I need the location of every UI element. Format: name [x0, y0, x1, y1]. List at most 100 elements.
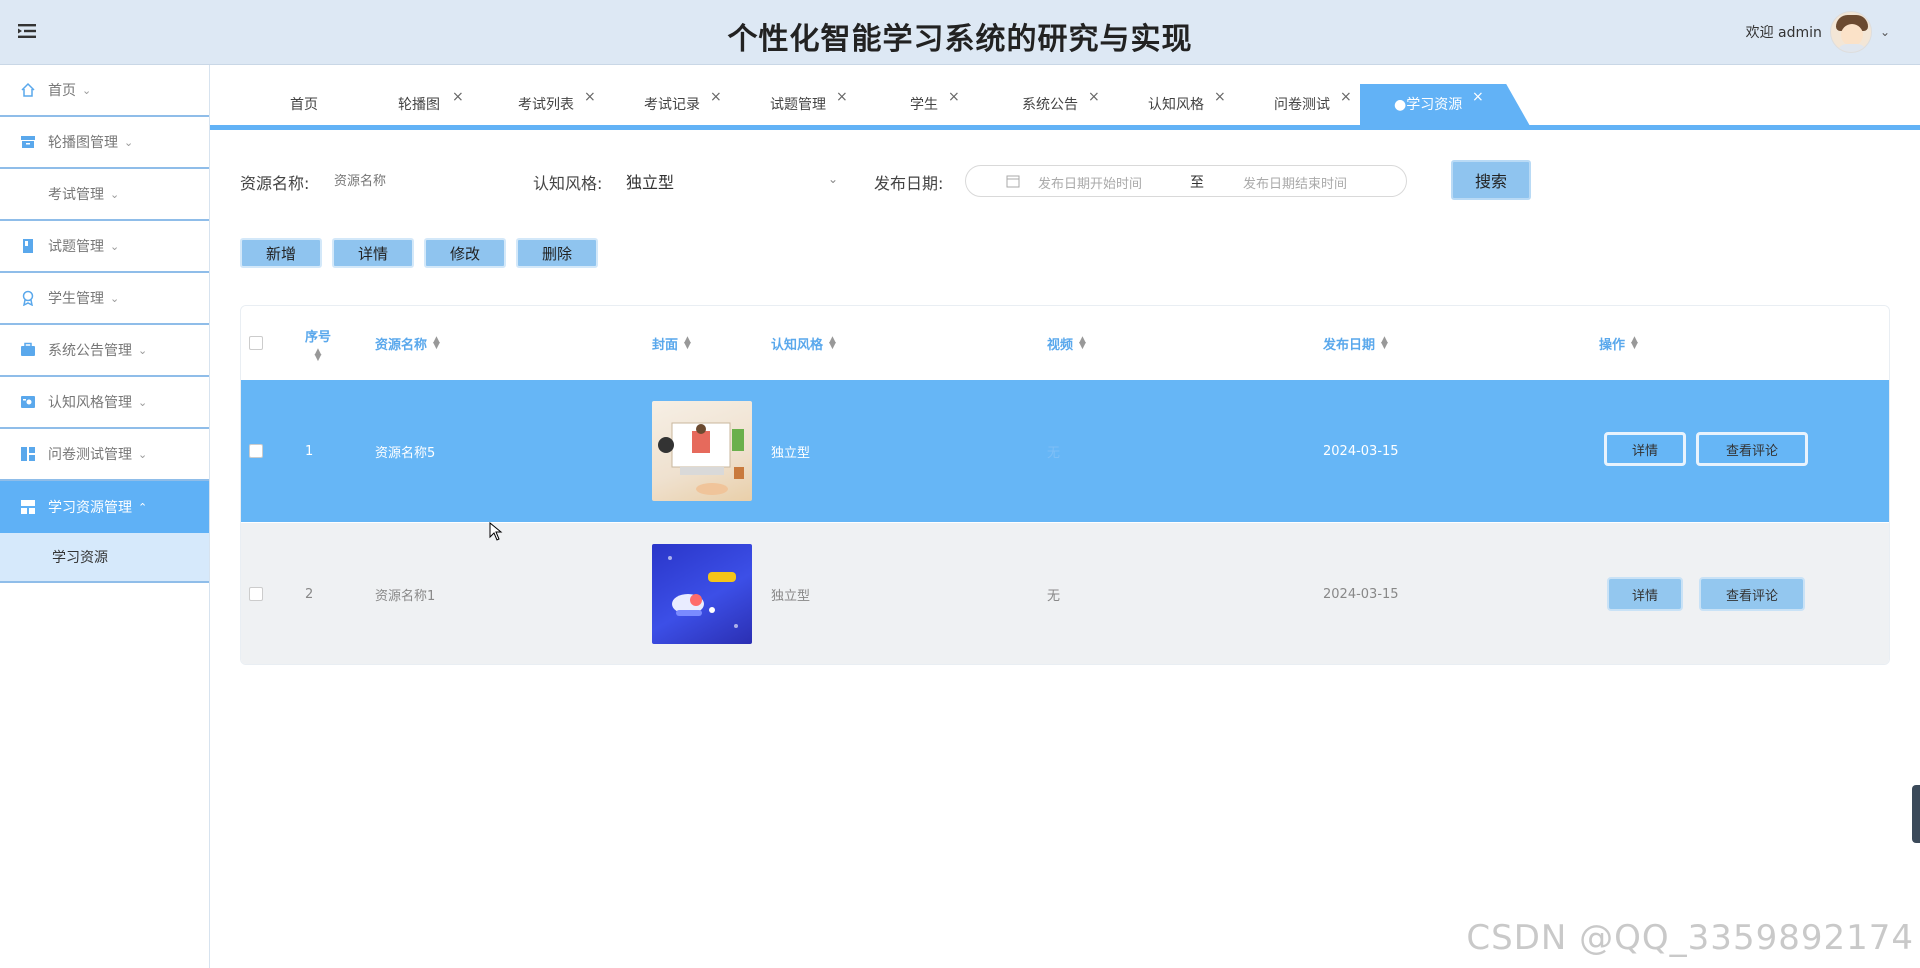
row-comments-button[interactable]: 查看评论: [1696, 432, 1808, 466]
sidebar-item-questionnaire[interactable]: 问卷测试管理 ⌄: [0, 429, 209, 481]
col-date[interactable]: 发布日期 ▲ ▼: [1323, 306, 1388, 380]
tab-exam-records[interactable]: 考试记录 ×: [644, 84, 722, 126]
sort-icon[interactable]: ▲ ▼: [315, 347, 322, 362]
sidebar: 首页 ⌄ 轮播图管理 ⌄ 考试管理 ⌄ 试题管理 ⌄ 学生管理 ⌄ 系统公告管理…: [0, 65, 210, 968]
col-style[interactable]: 认知风格 ▲ ▼: [771, 306, 836, 380]
close-icon[interactable]: ×: [710, 76, 722, 118]
col-index[interactable]: 序号 ▲ ▼: [305, 306, 331, 380]
cognitive-style-select[interactable]: 独立型 ⌄: [626, 166, 844, 196]
row-style: 独立型: [771, 445, 811, 461]
sidebar-item-cognitive-style[interactable]: 认知风格管理 ⌄: [0, 377, 209, 429]
publish-date-range[interactable]: 发布日期开始时间 至 发布日期结束时间: [965, 165, 1407, 197]
tab-announcements[interactable]: 系统公告 ×: [1022, 84, 1100, 126]
tab-cognitive-style[interactable]: 认知风格 ×: [1148, 84, 1226, 126]
tab-label: 试题管理: [770, 97, 826, 113]
row-detail-button[interactable]: 详情: [1607, 577, 1683, 611]
sort-icon[interactable]: ▲ ▼: [1381, 336, 1388, 351]
chevron-down-icon: ⌄: [124, 135, 134, 149]
col-cover[interactable]: 封面 ▲ ▼: [652, 306, 691, 380]
tab-underline: [210, 125, 1920, 130]
row-video: 无: [1047, 445, 1061, 461]
close-icon[interactable]: ×: [836, 76, 848, 118]
close-icon[interactable]: ×: [1340, 76, 1352, 118]
close-icon[interactable]: ×: [1088, 76, 1100, 118]
tab-carousel[interactable]: 轮播图 ×: [398, 84, 464, 126]
close-icon[interactable]: ×: [584, 76, 596, 118]
add-button[interactable]: 新增: [240, 238, 322, 268]
row-date: 2024-03-15: [1323, 443, 1399, 459]
side-panel-handle[interactable]: [1912, 785, 1920, 843]
close-icon[interactable]: ×: [1472, 84, 1484, 118]
sidebar-item-carousel[interactable]: 轮播图管理 ⌄: [0, 117, 209, 169]
col-name[interactable]: 资源名称 ▲ ▼: [375, 306, 440, 380]
tab-home[interactable]: 首页: [290, 84, 318, 126]
settings-card-icon: [18, 392, 38, 412]
publish-date-label: 发布日期:: [874, 174, 944, 193]
watermark: CSDN @QQ_3359892174: [1466, 918, 1914, 958]
cognitive-style-label: 认知风格:: [533, 174, 603, 193]
resource-name-input[interactable]: [334, 166, 484, 196]
sidebar-item-label: 试题管理: [48, 239, 104, 255]
sort-icon[interactable]: ▲ ▼: [829, 336, 836, 351]
tab-label: ●学习资源: [1394, 97, 1463, 113]
row-comments-button[interactable]: 查看评论: [1699, 577, 1805, 611]
date-end-input[interactable]: 发布日期结束时间: [1243, 173, 1347, 192]
tab-learning-resources[interactable]: ●学习资源 ×: [1360, 84, 1530, 126]
sort-icon[interactable]: ▲ ▼: [1631, 336, 1638, 351]
date-start-input[interactable]: 发布日期开始时间: [1038, 173, 1142, 192]
row-detail-button[interactable]: 详情: [1604, 432, 1686, 466]
sidebar-item-label: 学习资源管理: [48, 500, 132, 516]
cover-image[interactable]: [652, 401, 752, 501]
tab-students[interactable]: 学生 ×: [910, 84, 960, 126]
tab-label: 考试记录: [644, 97, 700, 113]
sidebar-item-label: 系统公告管理: [48, 343, 132, 359]
mouse-cursor-icon: [489, 521, 503, 546]
chevron-down-icon[interactable]: ⌄: [1880, 25, 1890, 39]
tab-label: 系统公告: [1022, 97, 1078, 113]
select-all-checkbox[interactable]: [249, 336, 263, 350]
sidebar-subitem-learning-resources[interactable]: 学习资源: [0, 533, 209, 583]
sidebar-item-learning-resources[interactable]: 学习资源管理 ⌃: [0, 481, 209, 533]
col-video[interactable]: 视频 ▲ ▼: [1047, 306, 1086, 380]
search-button[interactable]: 搜索: [1451, 160, 1531, 200]
col-header-label: 认知风格: [771, 337, 824, 353]
avatar[interactable]: [1829, 11, 1872, 53]
briefcase-icon: [18, 340, 38, 360]
chevron-down-icon: ⌄: [110, 239, 120, 253]
resource-table: 序号 ▲ ▼ 资源名称 ▲ ▼ 封面 ▲ ▼ 认知风格 ▲ ▼ 视频 ▲ ▼ 发布日期 ▲…: [240, 305, 1890, 665]
sort-icon[interactable]: ▲ ▼: [684, 336, 691, 351]
tab-question-management[interactable]: 试题管理 ×: [770, 84, 848, 126]
carousel-icon: [18, 132, 38, 152]
sidebar-item-announcements[interactable]: 系统公告管理 ⌄: [0, 325, 209, 377]
cover-image[interactable]: [652, 544, 752, 644]
col-header-label: 视频: [1047, 337, 1074, 353]
tab-exam-list[interactable]: 考试列表 ×: [518, 84, 596, 126]
detail-button[interactable]: 详情: [332, 238, 414, 268]
grid-icon: [18, 497, 38, 517]
date-separator: 至: [1190, 175, 1204, 191]
sidebar-item-students[interactable]: 学生管理 ⌄: [0, 273, 209, 325]
sidebar-item-questions[interactable]: 试题管理 ⌄: [0, 221, 209, 273]
table-header: 序号 ▲ ▼ 资源名称 ▲ ▼ 封面 ▲ ▼ 认知风格 ▲ ▼ 视频 ▲ ▼ 发布日期 ▲…: [241, 306, 1889, 380]
close-icon[interactable]: ×: [1214, 76, 1226, 118]
col-header-label: 序号: [305, 329, 332, 345]
row-checkbox[interactable]: [249, 587, 263, 601]
tab-questionnaire[interactable]: 问卷测试 ×: [1274, 84, 1352, 126]
col-actions[interactable]: 操作 ▲ ▼: [1599, 306, 1638, 380]
row-date: 2024-03-15: [1323, 586, 1399, 602]
sort-icon[interactable]: ▲ ▼: [433, 336, 440, 351]
sort-icon[interactable]: ▲ ▼: [1079, 336, 1086, 351]
row-video: 无: [1047, 588, 1061, 604]
close-icon[interactable]: ×: [452, 76, 464, 118]
sidebar-item-home[interactable]: 首页 ⌄: [0, 65, 209, 117]
user-menu[interactable]: 欢迎 admin ⌄: [1746, 10, 1890, 54]
sidebar-item-exam[interactable]: 考试管理 ⌄: [0, 169, 209, 221]
row-cover: [652, 380, 752, 522]
edit-button[interactable]: 修改: [424, 238, 506, 268]
delete-button[interactable]: 删除: [516, 238, 598, 268]
cognitive-style-value: 独立型: [626, 173, 675, 192]
row-checkbox[interactable]: [249, 444, 263, 458]
close-icon[interactable]: ×: [948, 76, 960, 118]
select-all-cell: [249, 306, 263, 380]
table-row[interactable]: 1 资源名称5 独立型 无 2024-03-15 详情 查看评论: [241, 380, 1889, 522]
